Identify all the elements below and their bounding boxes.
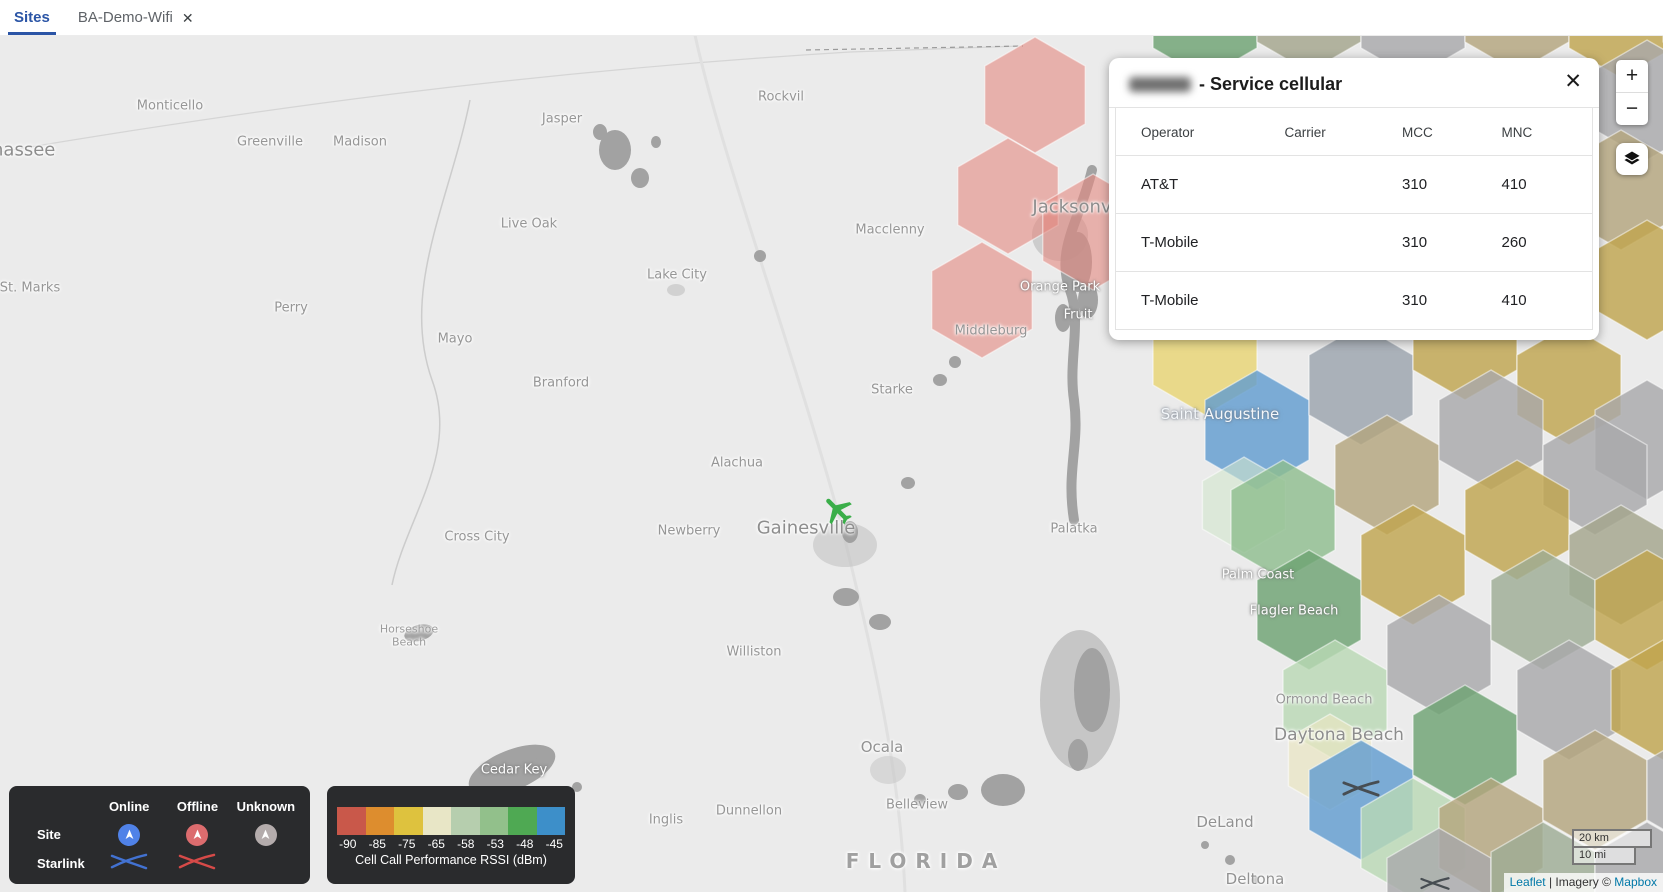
starlink-x-icon (1342, 780, 1380, 798)
rssi-color-swatch (451, 807, 480, 835)
table-cell: AT&T (1116, 156, 1284, 214)
cellular-table: OperatorCarrierMCCMNC AT&T310410T-Mobile… (1115, 108, 1593, 330)
site-online-icon (118, 824, 140, 846)
redacted-site-name (1129, 77, 1191, 92)
rssi-legend: -90-85-75-65-58-53-48-45 Cell Call Perfo… (327, 786, 575, 884)
column-header: Carrier (1284, 108, 1402, 156)
legend-row-site-label: Site (19, 827, 61, 842)
starlink-online-icon (110, 853, 148, 875)
rssi-color-swatch (480, 807, 509, 835)
rssi-color-swatch (337, 807, 366, 835)
rssi-tick-label: -65 (422, 837, 452, 851)
tab-ba-demo-wifi-label: BA-Demo-Wifi (78, 9, 173, 26)
rssi-color-swatch (366, 807, 395, 835)
starlink-x-icon (178, 853, 216, 870)
legend-header-offline: Offline (177, 799, 218, 814)
layers-button[interactable] (1616, 143, 1648, 175)
popup-title: - Service cellular (1109, 58, 1599, 107)
legend-row-starlink-label: Starlink (19, 856, 85, 871)
table-cell (1284, 272, 1402, 330)
navigation-arrow-icon (123, 828, 136, 841)
rssi-tick-label: -48 (510, 837, 540, 851)
table-cell: 310 (1402, 272, 1501, 330)
rssi-tick-label: -45 (540, 837, 570, 851)
table-row[interactable]: T-Mobile 310410 (1116, 272, 1592, 330)
navigation-arrow-icon (259, 828, 272, 841)
rssi-color-swatch (423, 807, 452, 835)
tab-ba-demo-wifi[interactable]: BA-Demo-Wifi ✕ (64, 0, 208, 35)
site-unknown-icon (255, 824, 277, 846)
rssi-tick-label: -75 (392, 837, 422, 851)
layers-icon (1621, 148, 1643, 170)
site-offline-icon (186, 824, 208, 846)
close-tab-icon[interactable]: ✕ (182, 11, 194, 25)
rssi-tick-label: -53 (481, 837, 511, 851)
aircraft-marker[interactable] (820, 492, 856, 533)
coverage-hex-poor[interactable] (985, 37, 1085, 153)
table-cell: T-Mobile (1116, 272, 1284, 330)
rssi-color-swatch (508, 807, 537, 835)
tab-sites-label: Sites (14, 9, 50, 26)
table-row[interactable]: T-Mobile 310260 (1116, 214, 1592, 272)
table-cell: 260 (1502, 214, 1592, 272)
rssi-color-swatch (394, 807, 423, 835)
coverage-hex-poor[interactable] (932, 242, 1032, 358)
map-attribution: Leaflet | Imagery © Mapbox (1504, 873, 1663, 892)
table-cell: 410 (1502, 272, 1592, 330)
popup-title-text: - Service cellular (1199, 74, 1342, 95)
mapbox-link[interactable]: Mapbox (1614, 875, 1657, 889)
coverage-hex[interactable] (1611, 640, 1663, 760)
airplane-icon (813, 484, 864, 535)
leaflet-link[interactable]: Leaflet (1510, 875, 1546, 889)
table-cell: 310 (1402, 156, 1501, 214)
table-header-row: OperatorCarrierMCCMNC (1116, 108, 1592, 156)
rssi-tick-label: -90 (333, 837, 363, 851)
legend-header-online: Online (109, 799, 149, 814)
table-cell (1284, 214, 1402, 272)
rssi-tick-label: -58 (451, 837, 481, 851)
zoom-out-button[interactable]: − (1616, 92, 1648, 125)
table-cell (1284, 156, 1402, 214)
column-header: MCC (1402, 108, 1501, 156)
app-window: hasseeMonticelloGreenvilleMadisonJasperR… (0, 0, 1663, 892)
starlink-x-icon (1420, 876, 1450, 891)
close-popup-icon[interactable]: ✕ (1564, 71, 1582, 92)
rssi-color-scale (337, 807, 565, 835)
table-cell: 410 (1502, 156, 1592, 214)
table-row[interactable]: AT&T 310410 (1116, 156, 1592, 214)
zoom-control: + − (1616, 60, 1648, 125)
table-cell: T-Mobile (1116, 214, 1284, 272)
rssi-tick-labels: -90-85-75-65-58-53-48-45 (333, 837, 569, 851)
legend-header-unknown: Unknown (237, 799, 296, 814)
tab-bar: Sites BA-Demo-Wifi ✕ (0, 0, 1663, 36)
attribution-text: | Imagery © (1546, 875, 1615, 889)
column-header: MNC (1502, 108, 1592, 156)
zoom-in-button[interactable]: + (1616, 60, 1648, 92)
site-status-legend: Online Offline Unknown Site Starlink (9, 786, 310, 884)
rssi-tick-label: -85 (363, 837, 393, 851)
map-scale-control: 20 km 10 mi (1572, 829, 1652, 865)
starlink-x-icon (110, 853, 148, 870)
rssi-caption: Cell Call Performance RSSI (dBm) (327, 853, 575, 867)
tab-sites[interactable]: Sites (0, 0, 64, 35)
service-cellular-popup: - Service cellular ✕ OperatorCarrierMCCM… (1109, 58, 1599, 340)
starlink-marker[interactable] (1420, 876, 1450, 892)
starlink-offline-icon (178, 853, 216, 875)
navigation-arrow-icon (191, 828, 204, 841)
rssi-color-swatch (537, 807, 566, 835)
column-header: Operator (1116, 108, 1284, 156)
starlink-marker[interactable] (1342, 780, 1380, 803)
table-cell: 310 (1402, 214, 1501, 272)
scale-mi: 10 mi (1572, 846, 1636, 865)
